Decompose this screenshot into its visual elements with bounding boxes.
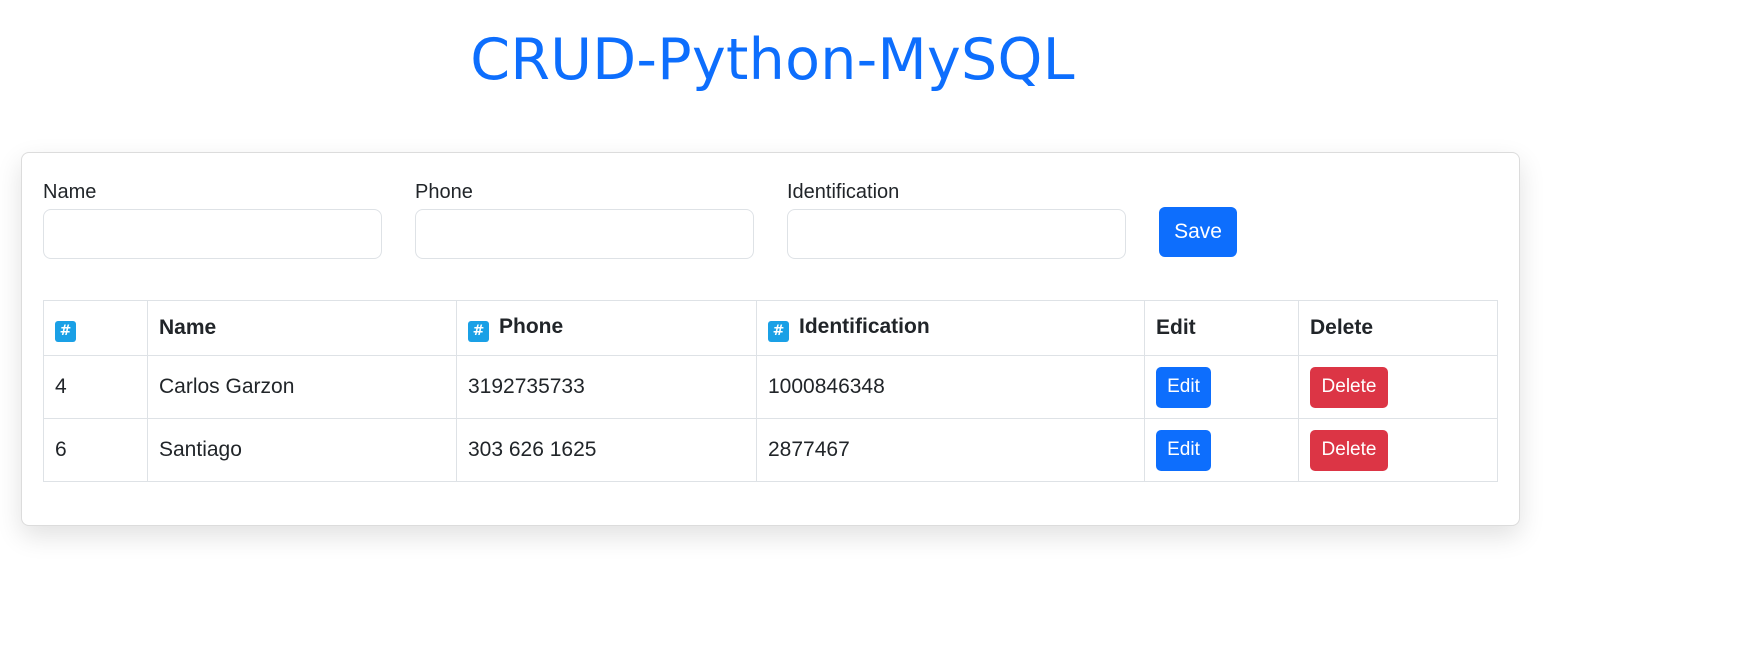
- cell-id: 4: [43, 355, 148, 419]
- table-header-row: # Name # Phone # Identification Edit Delet…: [43, 300, 1498, 356]
- save-button[interactable]: Save: [1159, 207, 1237, 257]
- identification-label: Identification: [787, 181, 900, 203]
- phone-input[interactable]: [415, 209, 754, 259]
- phone-label: Phone: [415, 181, 473, 203]
- cell-id: 6: [43, 418, 148, 482]
- edit-button[interactable]: Edit: [1156, 429, 1211, 471]
- cell-name: Santiago: [147, 418, 457, 482]
- cell-phone: 303 626 1625: [456, 418, 757, 482]
- page-title: CRUD-Python-MySQL: [470, 27, 1075, 93]
- hash-icon: #: [55, 320, 76, 342]
- crud-card: Name Phone Identification Save # Name # P…: [21, 152, 1520, 526]
- phone-field: Phone: [415, 177, 754, 259]
- cell-edit: Edit: [1144, 355, 1299, 419]
- column-header-identification-label: Identification: [799, 314, 930, 338]
- hash-icon: #: [468, 320, 489, 342]
- delete-button[interactable]: Delete: [1310, 366, 1388, 408]
- column-header-name: Name: [147, 300, 457, 356]
- cell-phone: 3192735733: [456, 355, 757, 419]
- column-header-phone: # Phone: [456, 300, 757, 356]
- column-header-id: #: [43, 300, 148, 356]
- delete-button[interactable]: Delete: [1310, 429, 1388, 471]
- column-header-identification: # Identification: [756, 300, 1145, 356]
- cell-identification: 1000846348: [756, 355, 1145, 419]
- cell-identification: 2877467: [756, 418, 1145, 482]
- hash-icon: #: [768, 320, 789, 342]
- cell-delete: Delete: [1298, 355, 1498, 419]
- column-header-phone-label: Phone: [499, 314, 564, 338]
- table-row: 6 Santiago 303 626 1625 2877467 Edit Del…: [43, 418, 1498, 482]
- column-header-delete: Delete: [1298, 300, 1498, 356]
- identification-input[interactable]: [787, 209, 1126, 259]
- name-field: Name: [43, 177, 382, 259]
- name-label: Name: [43, 181, 97, 203]
- column-header-edit: Edit: [1144, 300, 1299, 356]
- name-input[interactable]: [43, 209, 382, 259]
- cell-delete: Delete: [1298, 418, 1498, 482]
- records-table: # Name # Phone # Identification Edit Delet…: [43, 300, 1498, 482]
- identification-field: Identification: [787, 177, 1126, 259]
- cell-name: Carlos Garzon: [147, 355, 457, 419]
- edit-button[interactable]: Edit: [1156, 366, 1211, 408]
- cell-edit: Edit: [1144, 418, 1299, 482]
- table-row: 4 Carlos Garzon 3192735733 1000846348 Ed…: [43, 355, 1498, 419]
